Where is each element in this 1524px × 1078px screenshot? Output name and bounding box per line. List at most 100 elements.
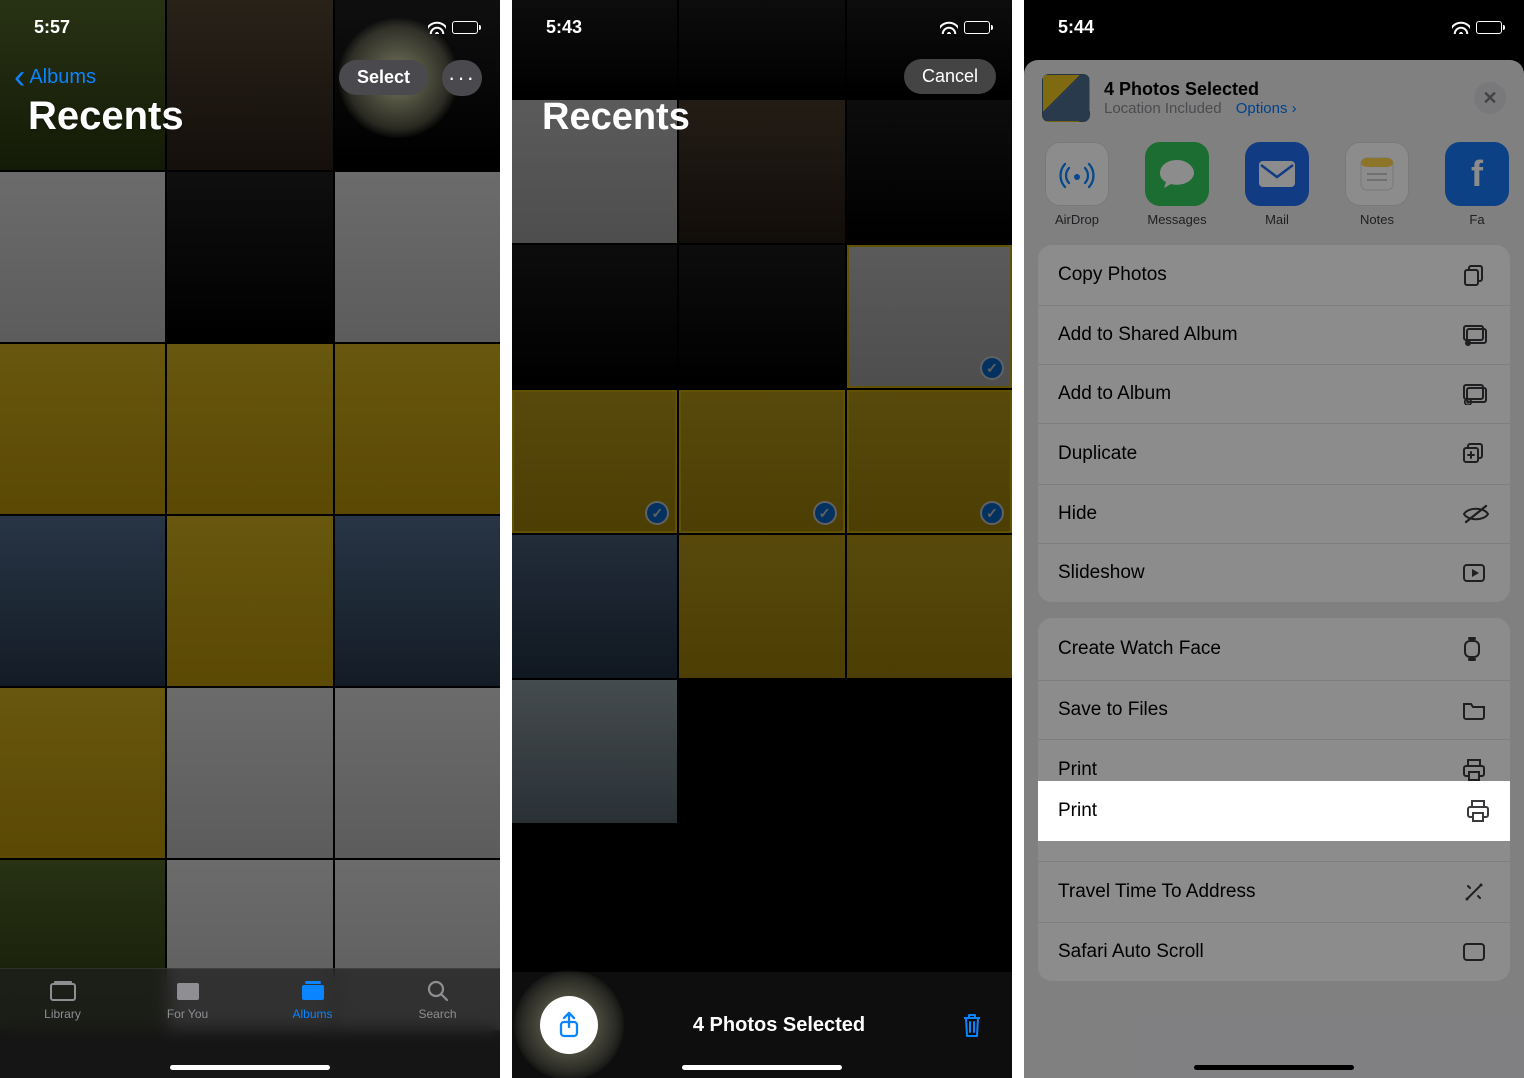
sparkle-icon: [1462, 880, 1490, 904]
status-time: 5:44: [1058, 17, 1094, 38]
facebook-icon: f: [1445, 142, 1509, 206]
share-app-row[interactable]: AirDrop Messages Mail: [1024, 134, 1524, 245]
tab-albums[interactable]: Albums: [250, 969, 375, 1078]
selection-count: 4 Photos Selected: [693, 1014, 865, 1037]
share-app-mail[interactable]: Mail: [1242, 142, 1312, 227]
print-icon: [1462, 758, 1490, 782]
share-sheet-subtitle: Location Included Options ›: [1104, 100, 1460, 117]
action-print-highlight[interactable]: Print: [1038, 781, 1510, 841]
home-indicator[interactable]: [682, 1065, 842, 1070]
tab-label: For You: [167, 1007, 208, 1021]
tab-bar: Library For You Albums Search: [0, 968, 500, 1078]
status-bar: 5:57: [0, 0, 500, 44]
action-hide[interactable]: Hide: [1038, 485, 1510, 544]
action-label: Duplicate: [1058, 443, 1137, 465]
home-indicator[interactable]: [1194, 1065, 1354, 1070]
tab-label: Search: [418, 1007, 456, 1021]
action-group-1: Copy Photos Add to Shared Album Add to A…: [1038, 245, 1510, 602]
screen-2-photos-selecting: 5:43 Cancel Recents ✓ ✓ ✓ ✓: [512, 0, 1012, 1078]
albums-icon: [298, 979, 328, 1003]
home-indicator[interactable]: [170, 1065, 330, 1070]
action-label: Safari Auto Scroll: [1058, 941, 1204, 963]
search-icon: [423, 979, 453, 1003]
more-button[interactable]: ···: [442, 60, 482, 96]
action-label: Add to Shared Album: [1058, 324, 1238, 346]
duplicate-icon: [1462, 442, 1490, 466]
print-icon: [1466, 799, 1490, 823]
safari-icon: [1462, 942, 1490, 962]
share-button[interactable]: [540, 996, 598, 1054]
action-label: Slideshow: [1058, 562, 1145, 584]
page-title: Recents: [28, 94, 184, 139]
close-button[interactable]: ✕: [1474, 82, 1506, 114]
action-add-to-album[interactable]: Add to Album: [1038, 365, 1510, 424]
battery-icon: [452, 21, 478, 34]
airdrop-icon: [1045, 142, 1109, 206]
share-icon: [557, 1011, 581, 1039]
trash-icon: [960, 1011, 984, 1039]
dim-overlay: [512, 0, 1012, 1078]
action-label: Hide: [1058, 503, 1097, 525]
tab-label: Albums: [292, 1007, 332, 1021]
action-label: Copy Photos: [1058, 264, 1167, 286]
action-label: Create Watch Face: [1058, 638, 1221, 660]
action-slideshow[interactable]: Slideshow: [1038, 544, 1510, 602]
tab-library[interactable]: Library: [0, 969, 125, 1078]
screen-3-share-sheet: 5:44 4 Photos Selected Location Included…: [1024, 0, 1524, 1078]
share-sheet-title: 4 Photos Selected: [1104, 79, 1460, 100]
share-app-notes[interactable]: Notes: [1342, 142, 1412, 227]
action-travel-time-to-address[interactable]: Travel Time To Address: [1038, 862, 1510, 923]
tab-search[interactable]: Search: [375, 969, 500, 1078]
location-included-label: Location Included: [1104, 100, 1222, 117]
action-add-to-shared-album[interactable]: Add to Shared Album: [1038, 306, 1510, 365]
cancel-button[interactable]: Cancel: [904, 59, 996, 94]
action-label: Save to Files: [1058, 699, 1168, 721]
back-label[interactable]: Albums: [29, 66, 96, 89]
status-time: 5:43: [546, 17, 582, 38]
album-icon: [1462, 383, 1490, 405]
notes-icon: [1345, 142, 1409, 206]
app-label: Mail: [1265, 212, 1289, 227]
status-bar: 5:43: [512, 0, 1012, 44]
selection-toolbar: 4 Photos Selected: [512, 972, 1012, 1078]
action-label: Travel Time To Address: [1058, 881, 1255, 903]
copy-icon: [1462, 263, 1490, 287]
action-save-to-files[interactable]: Save to Files: [1038, 681, 1510, 740]
delete-button[interactable]: [960, 1011, 984, 1039]
tab-for-you[interactable]: For You: [125, 969, 250, 1078]
action-copy-photos[interactable]: Copy Photos: [1038, 245, 1510, 306]
dim-overlay: [0, 0, 500, 1078]
action-create-watch-face[interactable]: Create Watch Face: [1038, 618, 1510, 681]
select-button[interactable]: Select: [339, 60, 428, 95]
action-label: Print: [1058, 759, 1097, 781]
app-label: AirDrop: [1055, 212, 1099, 227]
share-sheet-header: 4 Photos Selected Location Included Opti…: [1024, 60, 1524, 134]
battery-icon: [964, 21, 990, 34]
options-link[interactable]: Options ›: [1236, 100, 1297, 117]
mail-icon: [1245, 142, 1309, 206]
screen-1-photos-recents: 5:57 ‹ Albums Select ··· Recents Library…: [0, 0, 500, 1078]
shared-album-icon: [1462, 324, 1490, 346]
action-safari-auto-scroll[interactable]: Safari Auto Scroll: [1038, 923, 1510, 981]
share-app-airdrop[interactable]: AirDrop: [1042, 142, 1112, 227]
status-time: 5:57: [34, 17, 70, 38]
back-chevron-icon[interactable]: ‹: [14, 60, 25, 94]
app-label: Messages: [1147, 212, 1206, 227]
share-app-facebook[interactable]: f Fa: [1442, 142, 1512, 227]
status-bar: 5:44: [1024, 0, 1524, 44]
messages-icon: [1145, 142, 1209, 206]
watch-icon: [1462, 636, 1490, 662]
share-sheet: 4 Photos Selected Location Included Opti…: [1024, 60, 1524, 1078]
app-label: Fa: [1469, 212, 1484, 227]
page-title: Recents: [542, 96, 690, 139]
files-icon: [1462, 700, 1490, 720]
library-icon: [48, 979, 78, 1003]
for-you-icon: [173, 979, 203, 1003]
tab-label: Library: [44, 1007, 81, 1021]
action-duplicate[interactable]: Duplicate: [1038, 424, 1510, 485]
wifi-icon: [1452, 20, 1470, 34]
wifi-icon: [940, 20, 958, 34]
battery-icon: [1476, 21, 1502, 34]
action-label: Print: [1058, 800, 1097, 822]
share-app-messages[interactable]: Messages: [1142, 142, 1212, 227]
